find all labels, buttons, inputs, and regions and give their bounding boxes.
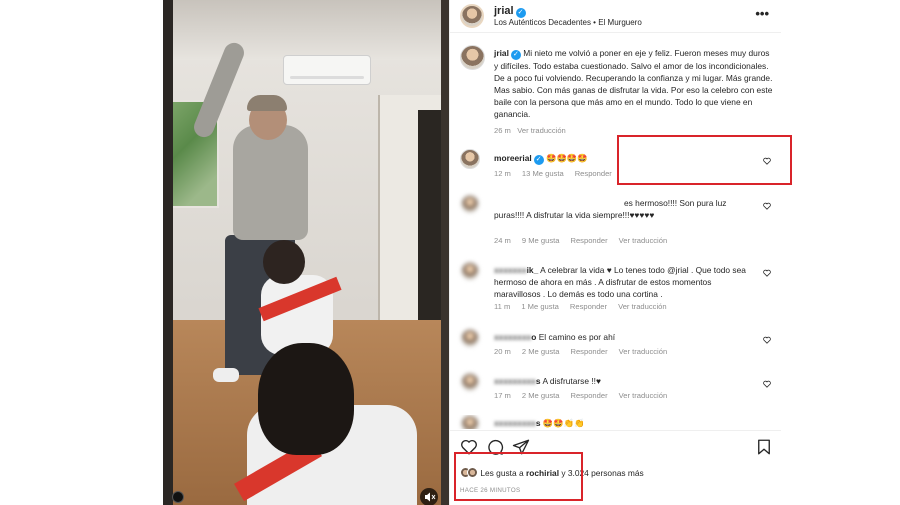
comment-text: xxxxxxxxxs A disfrutarse !!♥ [494, 375, 758, 387]
comment-username[interactable]: s [536, 418, 541, 428]
heart-icon[interactable] [460, 438, 478, 456]
man-cap [247, 95, 287, 111]
comment-time: 20 m [494, 347, 511, 356]
air-conditioner [283, 55, 371, 85]
comment-time: 12 m [494, 169, 511, 178]
likes-summary[interactable]: Les gusta a rochirial y 3.024 personas m… [460, 467, 644, 478]
comment-username[interactable]: moreerial [494, 153, 532, 163]
comment-text: moreerial ✓ 🤩🤩🤩🤩 [494, 152, 758, 165]
man-shoe [213, 368, 239, 382]
comment-time: 11 m [494, 302, 511, 311]
comment-avatar[interactable] [461, 415, 479, 429]
comment-meta: 11 m 1 Me gusta Responder Ver traducción [494, 302, 678, 311]
comment-body: A disfrutarse !!♥ [542, 376, 601, 386]
media-indicator-icon [172, 491, 184, 503]
verified-badge-icon: ✓ [510, 50, 521, 60]
comment-avatar[interactable] [460, 149, 480, 169]
comment-text: es hermoso!!!! Son pura luz puras!!!! A … [494, 197, 758, 221]
likes-count[interactable]: y 3.024 personas más [561, 468, 643, 478]
comment-avatar[interactable] [461, 373, 479, 391]
liker-avatar [467, 467, 478, 478]
comment-like-heart-icon[interactable] [763, 269, 771, 277]
post-video[interactable] [163, 0, 449, 505]
comment-translate-link[interactable]: Ver traducción [619, 347, 668, 356]
comment-like-heart-icon[interactable] [763, 157, 771, 165]
comment-reply-button[interactable]: Responder [570, 302, 607, 311]
post-sidebar: jrial ✓ Los Auténticos Decadentes • El Mu… [449, 0, 781, 505]
comment-like-heart-icon[interactable] [763, 336, 771, 344]
caption-text-block: jrial ✓ Mi nieto me volvió a poner en eje… [494, 47, 774, 120]
comment-likes[interactable]: 9 Me gusta [522, 236, 560, 245]
comment-translate-link[interactable]: Ver traducción [619, 391, 668, 400]
verified-badge-icon: ✓ [515, 8, 526, 18]
comment-username-blurred: xxxxxxxxx [494, 376, 536, 386]
more-options-icon[interactable]: ••• [755, 6, 769, 21]
dark-panel [418, 110, 449, 350]
comment-username[interactable]: s [536, 376, 541, 386]
comment-avatar[interactable] [461, 262, 479, 280]
comment-meta: 12 m 13 Me gusta Responder [494, 169, 623, 178]
comment-time: 24 m [494, 236, 511, 245]
comment-likes[interactable]: 13 Me gusta [522, 169, 564, 178]
comment-text: xxxxxxxik_ A celebrar la vida ♥ Lo tenes… [494, 264, 758, 300]
comment-icon[interactable] [486, 438, 504, 456]
comment-item: xxxxxxxxxs 🤩🤩👏👏 [450, 415, 781, 429]
post-actions: Les gusta a rochirial y 3.024 personas m… [450, 430, 781, 505]
video-frame [163, 0, 449, 505]
author-avatar[interactable] [460, 4, 484, 28]
likes-prefix: Les gusta a [480, 468, 524, 478]
comment-meta: 17 m 2 Me gusta Responder Ver traducción [494, 391, 678, 400]
comment-reply-button[interactable]: Responder [570, 347, 607, 356]
comment-likes[interactable]: 2 Me gusta [522, 391, 560, 400]
post-header: jrial ✓ Los Auténticos Decadentes • El Mu… [450, 0, 781, 33]
comment-meta: 20 m 2 Me gusta Responder Ver traducción [494, 347, 678, 356]
comment-username-blurred: xxxxxxx [494, 265, 527, 275]
caption-meta: 26 m Ver traducción [494, 126, 566, 135]
post-timestamp[interactable]: HACE 26 MINUTOS [460, 487, 520, 494]
comment-translate-link[interactable]: Ver traducción [618, 302, 667, 311]
author-username-row[interactable]: jrial ✓ [494, 5, 526, 18]
comment-username-blurred: xxxxxxxxx [494, 418, 536, 428]
caption-time: 26 m [494, 126, 511, 135]
ceiling [163, 0, 449, 60]
comment-body: El camino es por ahí [538, 332, 616, 342]
caption-avatar[interactable] [460, 45, 485, 70]
likes-user[interactable]: rochirial [526, 468, 559, 478]
comment-meta: 24 m 9 Me gusta Responder Ver traducción [494, 236, 678, 245]
comment-body: 🤩🤩👏👏 [542, 418, 585, 428]
caption-body: Mi nieto me volvió a poner en eje y feli… [494, 48, 773, 119]
share-icon[interactable] [512, 438, 530, 456]
comment-reply-button[interactable]: Responder [570, 236, 607, 245]
comment-avatar[interactable] [461, 195, 479, 213]
comment-likes[interactable]: 2 Me gusta [522, 347, 560, 356]
comment-avatar[interactable] [461, 329, 479, 347]
comment-reply-button[interactable]: Responder [570, 391, 607, 400]
caption-translate-link[interactable]: Ver traducción [517, 126, 566, 135]
comment-likes[interactable]: 1 Me gusta [521, 302, 559, 311]
child-foreground-head [258, 343, 354, 455]
child-head [263, 240, 305, 284]
comment-like-heart-icon[interactable] [763, 380, 771, 388]
author-username[interactable]: jrial [494, 5, 514, 17]
verified-badge-icon: ✓ [533, 155, 544, 165]
comment-text: xxxxxxxxo El camino es por ahí [494, 331, 758, 343]
bookmark-icon[interactable] [755, 438, 773, 456]
comment-time: 17 m [494, 391, 511, 400]
instagram-post: jrial ✓ Los Auténticos Decadentes • El Mu… [163, 0, 792, 505]
comment-username[interactable]: o [531, 332, 536, 342]
comment-username[interactable]: ik_ [527, 265, 539, 275]
comment-translate-link[interactable]: Ver traducción [619, 236, 668, 245]
man-torso [233, 125, 308, 240]
comment-reply-button[interactable]: Responder [575, 169, 612, 178]
volume-icon[interactable] [420, 488, 438, 505]
comment-text: xxxxxxxxxs 🤩🤩👏👏 [494, 417, 758, 429]
caption-username[interactable]: jrial [494, 48, 509, 58]
comment-like-heart-icon[interactable] [763, 202, 771, 210]
comment-body: 🤩🤩🤩🤩 [546, 153, 588, 163]
comment-username-blurred: xxxxxxxx [494, 332, 532, 342]
audio-subtitle[interactable]: Los Auténticos Decadentes • El Murguero [494, 18, 642, 27]
